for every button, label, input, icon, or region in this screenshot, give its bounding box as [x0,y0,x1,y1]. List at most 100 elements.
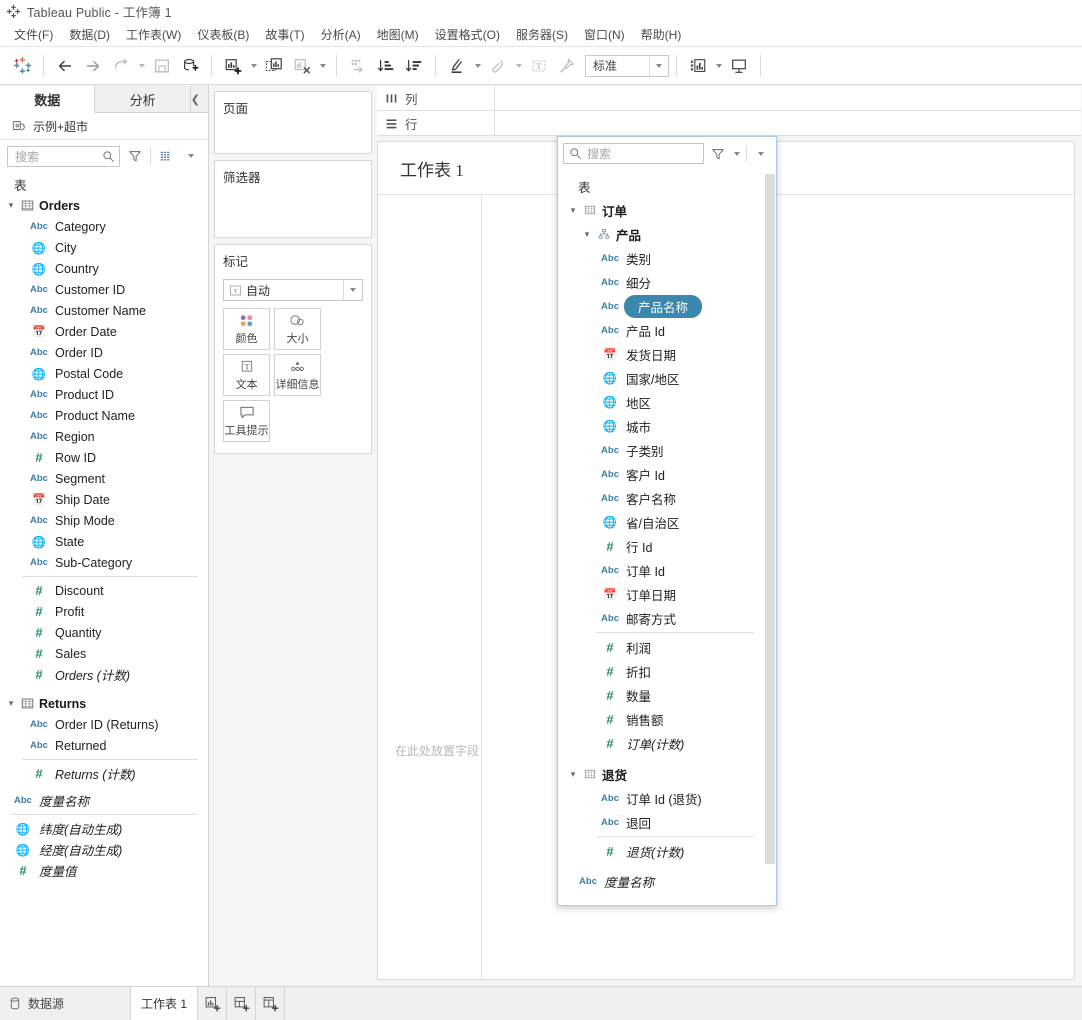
highlighter-icon[interactable] [443,52,471,80]
popup-field-region[interactable]: 🌐 地区 [558,390,776,414]
field-segment[interactable]: Abc Segment [0,468,208,489]
popup-scrollbar[interactable] [764,170,776,905]
fixed-axis-caret-icon[interactable] [512,52,525,80]
clear-sheet-icon[interactable] [288,52,316,80]
field-product-id[interactable]: Abc Product ID [0,384,208,405]
popup-field-ship-mode[interactable]: Abc 邮寄方式 [558,606,776,630]
field-sub-category[interactable]: Abc Sub-Category [0,552,208,573]
popup-field-category[interactable]: Abc 类别 [558,246,776,270]
chevron-down-icon[interactable]: ▾ [568,205,578,216]
mark-type-caret-icon[interactable] [343,280,362,300]
popup-field-state[interactable]: 🌐 省/自治区 [558,510,776,534]
swap-rows-columns-icon[interactable] [344,52,372,80]
menu-format[interactable]: 设置格式(O) [427,24,508,45]
field-ship-mode[interactable]: Abc Ship Mode [0,510,208,531]
field-quantity[interactable]: # Quantity [0,622,208,643]
popup-field-order-date[interactable]: 📅 订单日期 [558,582,776,606]
popup-field-country[interactable]: 🌐 国家/地区 [558,366,776,390]
new-worksheet-icon[interactable] [219,52,247,80]
field-returned[interactable]: Abc Returned [0,735,208,756]
chevron-down-icon[interactable]: ▾ [6,698,16,709]
fit-selector[interactable]: 标准 [585,54,669,77]
menu-analysis[interactable]: 分析(A) [313,24,369,45]
menu-data[interactable]: 数据(D) [61,24,118,45]
field-sales[interactable]: # Sales [0,643,208,664]
tab-analytics[interactable]: 分析 [95,86,191,112]
popup-search-input[interactable]: 搜索 [563,143,704,164]
datasource-row[interactable]: 示例+超市 [0,113,208,140]
popup-field-orders-count[interactable]: # 订单(计数) [558,731,776,755]
sort-descending-icon[interactable] [400,52,428,80]
popup-filter-caret-icon[interactable] [732,144,742,164]
marks-detail-button[interactable]: 详细信息 [274,354,321,396]
field-latitude[interactable]: 🌐 纬度(自动生成) [0,818,208,839]
field-country[interactable]: 🌐 Country [0,258,208,279]
popup-field-order-id-returns[interactable]: Abc 订单 Id (退货) [558,786,776,810]
field-discount[interactable]: # Discount [0,580,208,601]
popup-scrollbar-thumb[interactable] [765,174,775,864]
field-measure-names[interactable]: Abc 度量名称 [0,790,208,811]
popup-field-customer-id[interactable]: Abc 客户 Id [558,462,776,486]
popup-field-profit[interactable]: # 利润 [558,635,776,659]
undo-icon[interactable] [107,52,135,80]
popup-field-city[interactable]: 🌐 城市 [558,414,776,438]
menu-window[interactable]: 窗口(N) [576,24,633,45]
search-input[interactable]: 搜索 [7,145,120,167]
popup-field-measure-names[interactable]: Abc 度量名称 [558,869,776,893]
chevron-left-icon[interactable]: ❮ [191,86,208,112]
columns-shelf-dropzone[interactable] [495,86,1081,110]
menu-map[interactable]: 地图(M) [369,24,427,45]
filter-icon[interactable] [125,146,145,166]
new-dashboard-icon[interactable] [227,987,257,1020]
sheet-tab-worksheet-1[interactable]: 工作表 1 [131,987,199,1020]
field-product-name[interactable]: Abc Product Name [0,405,208,426]
tab-data[interactable]: 数据 [0,86,96,113]
field-order-id[interactable]: Abc Order ID [0,342,208,363]
popup-menu-caret-icon[interactable] [751,144,771,164]
marks-tooltip-button[interactable]: 工具提示 [223,400,270,442]
field-customer-id[interactable]: Abc Customer ID [0,279,208,300]
popup-field-quantity[interactable]: # 数量 [558,683,776,707]
popup-field-row-id[interactable]: # 行 Id [558,534,776,558]
menu-worksheet[interactable]: 工作表(W) [118,24,189,45]
rows-shelf-dropzone[interactable] [495,111,1081,135]
menu-server[interactable]: 服务器(S) [508,24,576,45]
field-profit[interactable]: # Profit [0,601,208,622]
popup-field-segment[interactable]: Abc 细分 [558,270,776,294]
grid-view-icon[interactable] [156,146,176,166]
clear-sheet-caret-icon[interactable] [316,52,329,80]
show-me-caret-icon[interactable] [712,52,725,80]
back-arrow-icon[interactable] [51,52,79,80]
new-story-icon[interactable] [256,987,286,1020]
show-me-icon[interactable] [684,52,712,80]
popup-field-product-name[interactable]: Abc 产品名称 [558,294,776,318]
field-orders-count[interactable]: # Orders (计数) [0,664,208,685]
presentation-mode-icon[interactable] [725,52,753,80]
popup-table-returns[interactable]: ▾ 退货 [558,762,776,786]
marks-size-button[interactable]: 大小 [274,308,321,350]
popup-field-order-id[interactable]: Abc 订单 Id [558,558,776,582]
field-state[interactable]: 🌐 State [0,531,208,552]
datasource-tab[interactable]: 数据源 [0,987,131,1020]
field-row-id[interactable]: # Row ID [0,447,208,468]
field-order-date[interactable]: 📅 Order Date [0,321,208,342]
undo-caret-icon[interactable] [135,52,148,80]
menu-file[interactable]: 文件(F) [6,24,61,45]
field-returns-count[interactable]: # Returns (计数) [0,763,208,784]
popup-field-sub-category[interactable]: Abc 子类别 [558,438,776,462]
field-measure-values[interactable]: # 度量值 [0,860,208,881]
tableau-home-icon[interactable] [8,52,36,80]
fixed-axis-icon[interactable] [484,52,512,80]
field-longitude[interactable]: 🌐 经度(自动生成) [0,839,208,860]
mark-type-selector[interactable]: T 自动 [223,279,363,301]
popup-table-orders[interactable]: ▾ 订单 [558,198,776,222]
popup-field-sales[interactable]: # 销售额 [558,707,776,731]
new-worksheet-icon[interactable] [198,987,228,1020]
marks-color-button[interactable]: 颜色 [223,308,270,350]
highlighter-caret-icon[interactable] [471,52,484,80]
table-row[interactable]: ▾ Returns [0,693,208,714]
sort-ascending-icon[interactable] [372,52,400,80]
popup-field-product-id[interactable]: Abc 产品 Id [558,318,776,342]
field-order-id-returns[interactable]: Abc Order ID (Returns) [0,714,208,735]
marks-text-button[interactable]: T 文本 [223,354,270,396]
